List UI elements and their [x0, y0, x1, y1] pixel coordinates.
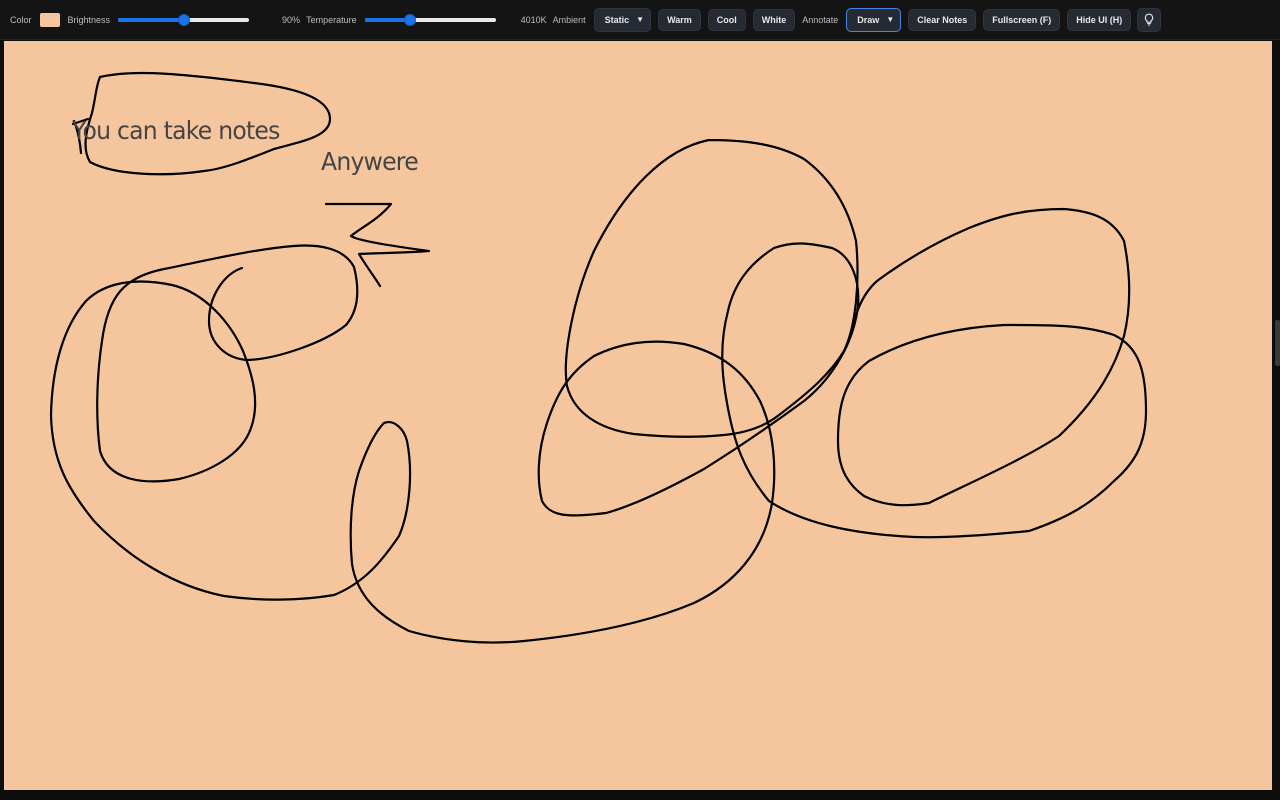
temperature-thumb[interactable] [404, 13, 417, 26]
annotate-select-value: Draw [857, 14, 880, 25]
brightness-value: 90% [282, 14, 301, 25]
ambient-label: Ambient [552, 14, 586, 25]
warm-button[interactable]: Warm [658, 8, 701, 31]
temperature-label: Temperature [306, 14, 357, 25]
brightness-label: Brightness [67, 14, 111, 25]
cool-button[interactable]: Cool [707, 8, 746, 31]
note-text: You can take notes [72, 116, 280, 145]
temperature-slider[interactable] [364, 13, 496, 27]
brightness-fill [118, 17, 184, 22]
annotate-label: Annotate [802, 14, 839, 25]
brightness-thumb[interactable] [177, 13, 190, 26]
lightbulb-icon [1145, 13, 1154, 26]
chevron-down-icon: ▼ [636, 15, 645, 24]
ink-stroke [324, 202, 431, 288]
color-label: Color [10, 14, 32, 25]
white-button[interactable]: White [752, 8, 796, 31]
brightness-slider[interactable] [118, 13, 250, 27]
toolbar: Color Brightness 90% Temperature 4010K A… [0, 0, 1280, 40]
scrollbar-thumb[interactable] [1275, 320, 1280, 366]
chevron-down-icon: ▼ [886, 15, 895, 24]
ambient-select[interactable]: Static ▼ [593, 7, 652, 32]
color-swatch[interactable] [39, 12, 60, 27]
annotate-select[interactable]: Draw ▼ [846, 7, 902, 32]
temperature-value: 4010K [520, 14, 547, 25]
clear-notes-button[interactable]: Clear Notes [908, 8, 977, 31]
annotation-canvas[interactable]: You can take notes Anywere [4, 41, 1272, 790]
ink-stroke [49, 207, 1148, 644]
window-edge [1272, 41, 1280, 790]
ink-layer [49, 71, 1148, 644]
light-toggle-button[interactable] [1137, 7, 1162, 32]
ambient-select-value: Static [604, 14, 630, 25]
hide-ui-button[interactable]: Hide UI (H) [1067, 8, 1132, 31]
fullscreen-button[interactable]: Fullscreen (F) [983, 8, 1061, 31]
note-text: Anywere [321, 147, 419, 176]
